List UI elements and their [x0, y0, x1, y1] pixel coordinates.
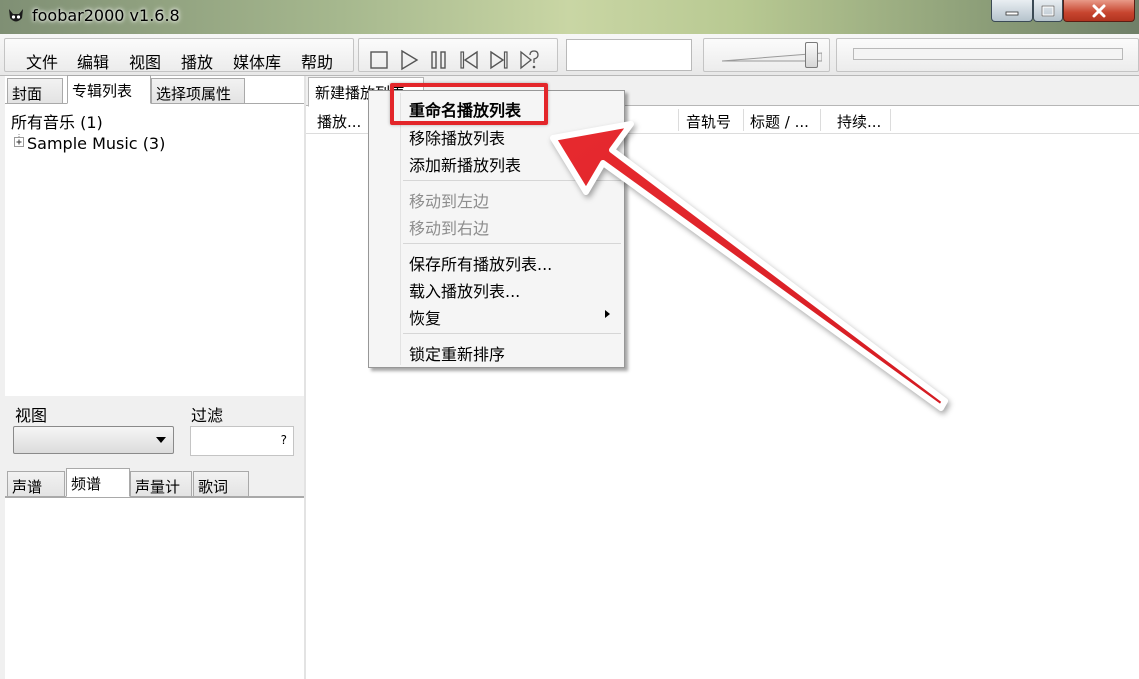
menu-item-add-playlist[interactable]: 添加新播放列表 [409, 152, 521, 176]
maximize-icon [1041, 4, 1055, 17]
top-tabbar: 封面 专辑列表 选择项属性 [5, 75, 304, 104]
column-separator[interactable] [820, 109, 821, 131]
next-icon[interactable] [489, 49, 509, 71]
menu-item-restore[interactable]: 恢复 [409, 305, 441, 329]
window-title: foobar2000 v1.6.8 [32, 6, 180, 25]
menu-separator [403, 180, 621, 181]
title-bar: foobar2000 v1.6.8 [0, 0, 1139, 34]
tree-item-sample-music[interactable]: Sample Music (3) [27, 134, 165, 153]
tab-cover[interactable]: 封面 [7, 78, 63, 104]
column-track-number[interactable]: 音轨号 [686, 111, 731, 133]
volume-slider-handle[interactable] [805, 42, 818, 68]
tab-lyrics[interactable]: 歌词 [193, 471, 249, 497]
menu-view[interactable]: 视图 [129, 49, 161, 73]
menu-library[interactable]: 媒体库 [233, 49, 281, 73]
tab-spectrogram[interactable]: 声谱 [7, 471, 65, 497]
bottom-tabbar: 声谱 频谱 声量计 歌词 [5, 465, 304, 497]
annotation-highlight-box [390, 83, 548, 125]
menu-toolbar-row: 文件 编辑 视图 播放 媒体库 帮助 [0, 34, 1139, 76]
playback-toolbar [358, 38, 558, 72]
tree-root-all-music[interactable]: 所有音乐 (1) [11, 109, 103, 133]
column-playing[interactable]: 播放... [317, 111, 361, 133]
playlist-context-menu: 重命名播放列表 移除播放列表 添加新播放列表 移动到左边 移动到右边 保存所有播… [368, 90, 625, 368]
menu-gutter [400, 93, 401, 365]
view-dropdown[interactable] [13, 426, 174, 454]
menu-item-move-left: 移动到左边 [409, 192, 490, 211]
menu-item-save-all-playlists[interactable]: 保存所有播放列表... [409, 251, 552, 275]
main-menu: 文件 编辑 视图 播放 媒体库 帮助 [4, 38, 354, 72]
menu-item-remove-playlist[interactable]: 移除播放列表 [409, 125, 505, 149]
menu-file[interactable]: 文件 [26, 49, 58, 73]
menu-edit[interactable]: 编辑 [77, 49, 109, 73]
minimize-icon [1005, 11, 1019, 15]
stop-icon[interactable] [369, 49, 389, 71]
menu-separator [403, 333, 621, 334]
time-display-box [566, 39, 692, 71]
column-separator[interactable] [890, 109, 891, 131]
menu-separator [403, 243, 621, 244]
submenu-arrow-icon [605, 310, 610, 318]
foobar-app-icon [9, 9, 23, 22]
random-icon[interactable] [519, 49, 539, 71]
tab-album-list[interactable]: 专辑列表 [67, 75, 151, 104]
view-label: 视图 [15, 406, 48, 425]
filter-label: 过滤 [191, 406, 224, 425]
expand-plus-icon[interactable] [12, 134, 26, 148]
menu-item-lock-reorder[interactable]: 锁定重新排序 [409, 341, 505, 365]
filter-help-icon[interactable]: ? [281, 433, 287, 447]
maximize-button[interactable] [1033, 0, 1063, 22]
filter-input[interactable]: ? [190, 426, 294, 456]
pause-icon[interactable] [429, 49, 449, 71]
menu-item-move-right: 移动到右边 [409, 219, 490, 238]
left-panel: 封面 专辑列表 选择项属性 所有音乐 (1) Sample Music (3) … [5, 75, 304, 679]
minimize-button[interactable] [991, 0, 1033, 22]
play-icon[interactable] [399, 49, 419, 71]
album-tree: 所有音乐 (1) Sample Music (3) [5, 106, 304, 406]
tab-selection-properties[interactable]: 选择项属性 [151, 78, 245, 104]
column-duration[interactable]: 持续... [837, 111, 881, 133]
menu-item-load-playlist[interactable]: 载入播放列表... [409, 278, 520, 302]
close-icon [1092, 4, 1106, 17]
tab-volume-meter[interactable]: 声量计 [130, 471, 192, 497]
visualization-area [5, 497, 304, 679]
column-separator[interactable] [678, 109, 679, 131]
menu-help[interactable]: 帮助 [301, 49, 333, 73]
seek-bar[interactable] [853, 48, 1123, 60]
chevron-down-icon [156, 437, 166, 443]
tab-spectrum[interactable]: 频谱 [66, 468, 130, 497]
column-title[interactable]: 标题 / ... [750, 111, 809, 133]
close-button[interactable] [1063, 0, 1135, 22]
menu-playback[interactable]: 播放 [181, 49, 213, 73]
previous-icon[interactable] [459, 49, 479, 71]
column-separator[interactable] [743, 109, 744, 131]
